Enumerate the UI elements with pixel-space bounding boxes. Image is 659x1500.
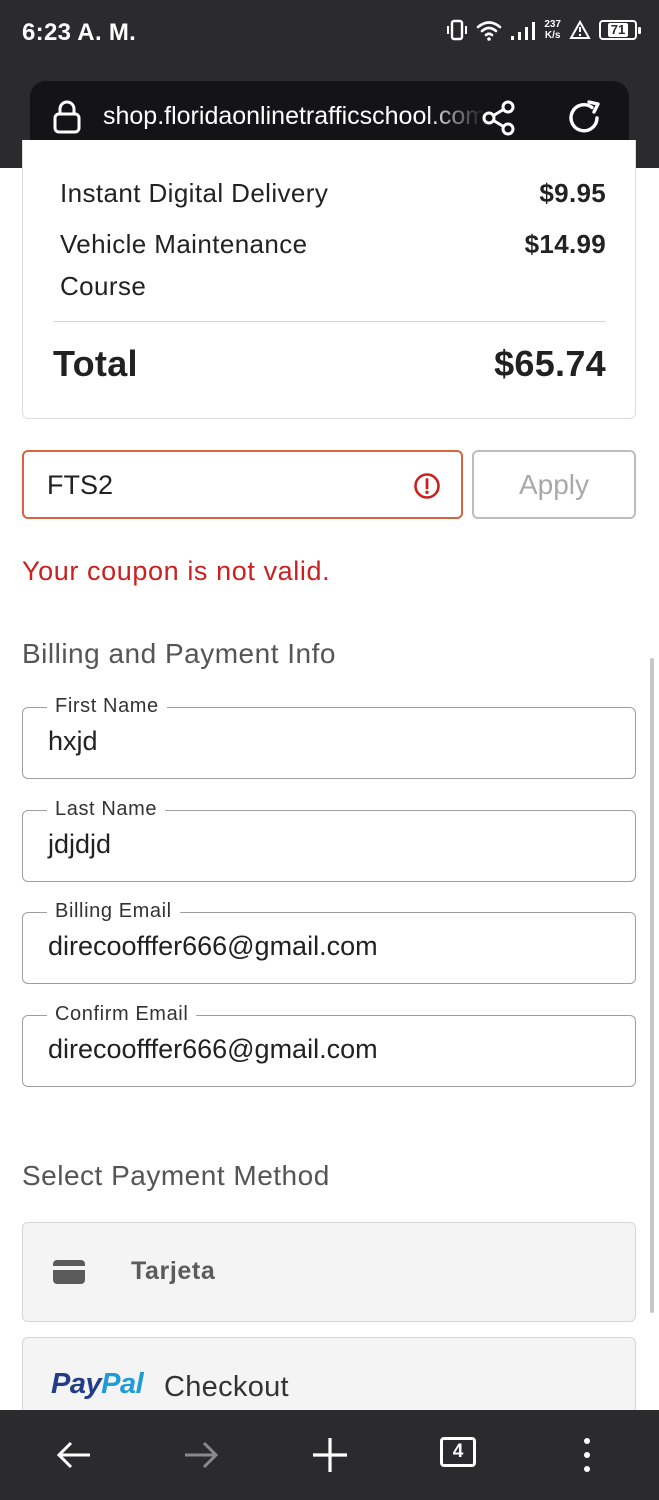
new-tab-plus-icon[interactable] <box>310 1435 350 1475</box>
credit-card-icon <box>53 1260 85 1284</box>
coupon-input[interactable]: FTS2 <box>22 450 463 519</box>
net-speed-unit: K/s <box>544 30 561 41</box>
first-name-value[interactable]: hxjd <box>48 726 98 757</box>
billing-email-value[interactable]: direcoofffer666@gmail.com <box>48 931 378 962</box>
apply-coupon-button[interactable]: Apply <box>472 450 636 519</box>
last-name-label: Last Name <box>47 796 166 822</box>
wifi-icon <box>477 21 502 41</box>
net-speed-value: 237 <box>544 19 561 30</box>
line-item-name: Vehicle Maintenance Course <box>60 229 308 301</box>
confirm-email-field[interactable]: Confirm Email direcoofffer666@gmail.com <box>22 1001 636 1087</box>
coupon-value[interactable]: FTS2 <box>47 470 113 501</box>
paypal-logo: PayPal <box>51 1368 144 1400</box>
more-menu-icon[interactable] <box>567 1435 607 1475</box>
billing-email-field[interactable]: Billing Email direcoofffer666@gmail.com <box>22 898 636 984</box>
card-option-label[interactable]: Tarjeta <box>131 1257 215 1286</box>
back-arrow-icon[interactable] <box>54 1435 94 1475</box>
line-item: Instant Digital Delivery $9.95 <box>60 172 606 214</box>
scrollbar[interactable] <box>650 658 654 1313</box>
reload-icon[interactable] <box>565 99 605 137</box>
payment-heading: Select Payment Method <box>22 1160 330 1191</box>
vibrate-icon <box>447 19 468 41</box>
battery-icon: 71 <box>599 20 641 40</box>
net-speed: 237 K/s <box>544 19 561 41</box>
share-icon[interactable] <box>480 99 518 137</box>
lock-icon[interactable] <box>52 99 82 135</box>
total-row: Total $65.74 <box>53 343 606 385</box>
error-icon <box>414 473 440 499</box>
paypal-checkout-label[interactable]: Checkout <box>164 1371 289 1404</box>
battery-level: 71 <box>607 23 629 37</box>
line-item-name: Instant Digital Delivery <box>60 178 329 208</box>
first-name-field[interactable]: First Name hxjd <box>22 693 636 779</box>
coupon-error-message: Your coupon is not valid. <box>22 556 331 586</box>
url-fade <box>425 91 485 143</box>
last-name-value[interactable]: jdjdjd <box>48 829 111 860</box>
confirm-email-label: Confirm Email <box>47 1001 197 1027</box>
total-label: Total <box>53 343 138 384</box>
card-payment-option[interactable]: Tarjeta <box>22 1222 636 1322</box>
browser-bottom-nav: 4 <box>0 1410 659 1500</box>
line-item: Vehicle Maintenance Course $14.99 <box>60 223 606 307</box>
warning-icon <box>569 20 591 39</box>
status-time: 6:23 A. M. <box>22 19 137 46</box>
total-value: $65.74 <box>494 343 606 384</box>
line-item-price: $9.95 <box>539 178 606 208</box>
signal-icon <box>511 22 536 40</box>
tab-switcher-button[interactable]: 4 <box>440 1437 476 1467</box>
forward-arrow-icon[interactable] <box>181 1435 221 1475</box>
billing-heading: Billing and Payment Info <box>22 638 336 669</box>
summary-divider <box>53 321 606 322</box>
status-icons: 237 K/s 71 <box>446 18 641 42</box>
line-item-price: $14.99 <box>524 229 606 259</box>
confirm-email-value[interactable]: direcoofffer666@gmail.com <box>48 1034 378 1065</box>
billing-email-label: Billing Email <box>47 898 180 924</box>
last-name-field[interactable]: Last Name jdjdjd <box>22 796 636 882</box>
first-name-label: First Name <box>47 693 167 719</box>
